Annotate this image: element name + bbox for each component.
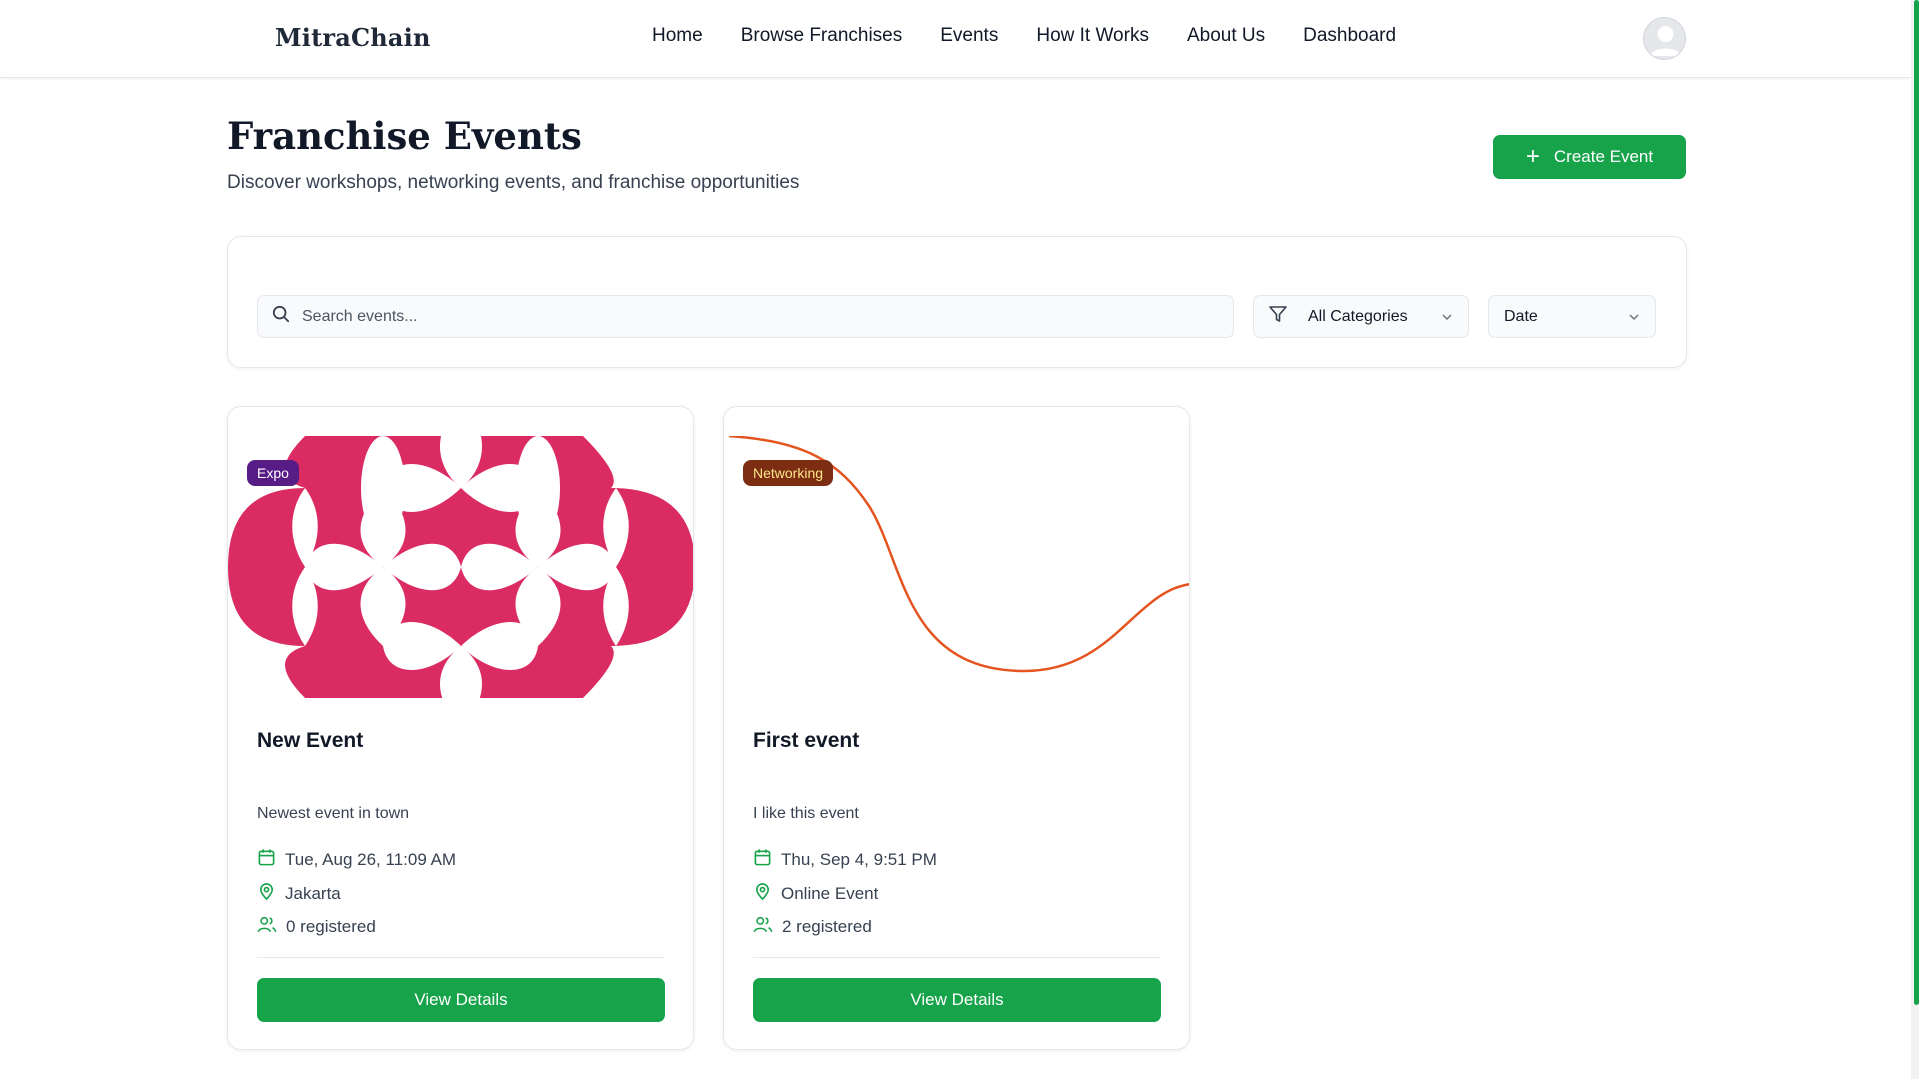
page-scrollbar[interactable]	[1911, 0, 1919, 1079]
card-divider	[257, 957, 664, 958]
category-badge: Expo	[247, 460, 299, 486]
map-pin-icon	[753, 882, 772, 906]
event-card[interactable]: Networking First event I like this event…	[723, 406, 1190, 1050]
user-avatar-icon[interactable]	[1643, 17, 1686, 60]
users-icon	[753, 915, 773, 939]
search-icon	[272, 305, 290, 328]
event-registered-row: 0 registered	[257, 915, 376, 939]
main-nav: Home Browse Franchises Events How It Wor…	[652, 25, 1396, 47]
search-field[interactable]	[257, 295, 1234, 338]
event-date-row: Tue, Aug 26, 11:09 AM	[257, 848, 456, 872]
plus-icon: +	[1525, 143, 1540, 170]
nav-home[interactable]: Home	[652, 25, 703, 47]
event-registered: 2 registered	[782, 917, 872, 936]
filter-panel: All Categories Date	[227, 236, 1687, 368]
category-badge: Networking	[743, 460, 834, 486]
sort-select[interactable]: Date	[1488, 295, 1656, 338]
nav-browse-franchises[interactable]: Browse Franchises	[741, 25, 903, 47]
filter-icon	[1268, 304, 1288, 329]
event-location: Jakarta	[285, 884, 341, 903]
category-select[interactable]: All Categories	[1253, 295, 1469, 338]
scrollbar-thumb[interactable]	[1914, 0, 1919, 1005]
chevron-down-icon	[1627, 310, 1641, 329]
event-registered-row: 2 registered	[753, 915, 872, 939]
users-icon	[257, 915, 277, 939]
view-details-button[interactable]: View Details	[257, 978, 665, 1022]
page-subtitle: Discover workshops, networking events, a…	[227, 172, 800, 193]
chevron-down-icon	[1440, 310, 1454, 329]
event-location-row: Online Event	[753, 882, 878, 906]
map-pin-icon	[257, 882, 276, 906]
nav-how-it-works[interactable]: How It Works	[1036, 25, 1149, 47]
event-registered: 0 registered	[286, 917, 376, 936]
sort-select-value: Date	[1504, 307, 1538, 325]
event-date: Thu, Sep 4, 9:51 PM	[781, 850, 937, 869]
brand-logo[interactable]: MitraChain	[275, 23, 431, 52]
view-details-button[interactable]: View Details	[753, 978, 1161, 1022]
calendar-icon	[753, 848, 772, 872]
event-date: Tue, Aug 26, 11:09 AM	[285, 850, 457, 869]
nav-dashboard[interactable]: Dashboard	[1303, 25, 1396, 47]
event-card[interactable]: Expo New Event Newest event in town Tue,…	[227, 406, 694, 1050]
search-input[interactable]	[302, 307, 1202, 326]
event-description: I like this event	[753, 805, 859, 822]
page-title: Franchise Events	[227, 114, 582, 158]
event-title: First event	[753, 729, 860, 752]
nav-about-us[interactable]: About Us	[1187, 25, 1265, 47]
create-event-label: Create Event	[1553, 147, 1654, 166]
card-divider	[753, 957, 1160, 958]
event-title: New Event	[257, 729, 364, 752]
category-select-value: All Categories	[1308, 307, 1408, 325]
event-location-row: Jakarta	[257, 882, 341, 906]
event-description: Newest event in town	[257, 805, 410, 822]
event-location: Online Event	[781, 884, 879, 903]
nav-events[interactable]: Events	[940, 25, 998, 47]
calendar-icon	[257, 848, 276, 872]
create-event-button[interactable]: + Create Event	[1493, 135, 1686, 179]
top-navbar: MitraChain Home Browse Franchises Events…	[0, 0, 1911, 78]
event-date-row: Thu, Sep 4, 9:51 PM	[753, 848, 937, 872]
